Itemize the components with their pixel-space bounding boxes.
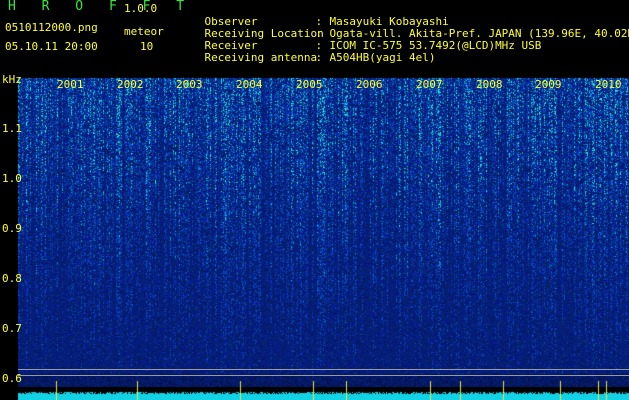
reference-line [18,369,629,370]
year-marker: 2006 [356,78,383,91]
app-version: 1.0.0 [124,2,158,15]
info-value: A504HB(yagi 4el) [329,51,436,64]
meteor-label: meteor [124,25,164,38]
year-marker: 2003 [176,78,203,91]
year-marker: 2009 [535,78,562,91]
frequency-unit-label: kHz [2,73,22,86]
info-row-antenna: Receiving antenna: A504HB(yagi 4el) [178,40,436,76]
year-marker: 2007 [416,78,443,91]
freq-tick-label: 0.8 [2,272,22,285]
freq-tick-label: 0.9 [2,222,22,235]
freq-tick-label: 0.7 [2,322,22,335]
app-title: H R O F F T [8,0,194,14]
meteor-count: 10 [140,40,154,53]
freq-tick-label: 1.1 [2,122,22,135]
year-marker: 2001 [57,78,84,91]
reference-line [18,375,629,376]
spectrogram-canvas [0,74,629,400]
freq-tick-label: 1.0 [2,172,22,185]
date-time: 05.10.11 20:00 [5,40,98,53]
year-marker: 2008 [476,78,503,91]
info-colon: : [315,51,323,64]
year-marker: 2010 [595,78,622,91]
filename: 0510112000.png [5,21,98,34]
year-marker: 2004 [236,78,263,91]
year-marker: 2005 [296,78,323,91]
year-marker: 2002 [117,78,144,91]
info-key: Receiving antenna [204,51,318,64]
